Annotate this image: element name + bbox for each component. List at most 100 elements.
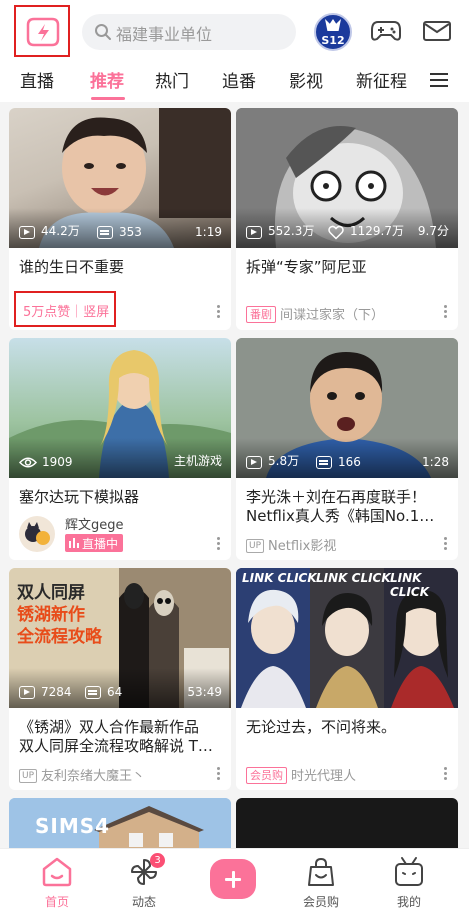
- video-card[interactable]: 5.8万 166 1:28 李光洙＋刘在石再度联手！ Netflix真人秀《韩国…: [236, 338, 458, 560]
- series-name: 时光代理人: [291, 769, 357, 784]
- view-count: 552.3万: [268, 224, 315, 238]
- video-title-line2[interactable]: Netflix真人秀《韩国No.1…: [246, 505, 446, 527]
- bangumi-tag: 番剧: [246, 306, 276, 323]
- danmaku-count: 166: [338, 455, 361, 469]
- tab-recommend[interactable]: 推荐: [90, 67, 124, 92]
- nav-mine-label: 我的: [396, 895, 421, 909]
- active-tab-indicator: [91, 97, 125, 100]
- nav-dynamics[interactable]: 动态: [114, 855, 174, 909]
- video-card[interactable]: 1909 主机游戏 塞尔达玩下模拟器 辉文gege 直播中: [9, 338, 231, 560]
- video-meta: 会员购 时光代理人: [246, 765, 356, 784]
- thumb-line-1: 双人同屏: [17, 583, 85, 603]
- live-badge: 直播中: [65, 534, 123, 552]
- thumb-line-3: 全流程攻略: [17, 627, 102, 647]
- tab-movies[interactable]: 影视: [289, 67, 323, 92]
- nav-mine[interactable]: 我的: [379, 855, 439, 909]
- video-thumbnail: 5.8万 166 1:28: [236, 338, 458, 478]
- streamer-name: 辉文gege: [65, 518, 124, 533]
- more-options-icon[interactable]: [217, 767, 221, 781]
- danmaku-count: 353: [119, 225, 142, 239]
- video-thumbnail: 双人同屏 锈湖新作 全流程攻略 7284 64 53:49: [9, 568, 231, 708]
- danmaku-icon: [97, 226, 113, 239]
- poster-text-3: LINK CLICK: [390, 571, 430, 599]
- play-count-icon: [19, 226, 35, 239]
- tab-anime[interactable]: 追番: [222, 67, 256, 92]
- nav-home[interactable]: 首页: [27, 855, 87, 909]
- live-label: 直播中: [82, 537, 119, 551]
- top-bar: 福建事业单位 S12: [0, 0, 469, 60]
- mail-icon[interactable]: [422, 19, 452, 43]
- video-card[interactable]: 双人同屏 锈湖新作 全流程攻略 7284 64 53:49 《锈湖》双人合作最新…: [9, 568, 231, 790]
- event-badge-text: S12: [321, 34, 345, 47]
- uploader-name: 友利奈绪大魔王丶: [41, 769, 146, 784]
- danmaku-count: 64: [107, 685, 123, 699]
- more-options-icon[interactable]: [444, 767, 448, 781]
- eye-icon: [19, 457, 37, 468]
- danmaku-icon: [316, 456, 332, 469]
- play-count-icon: [19, 686, 35, 699]
- video-duration: 53:49: [187, 685, 222, 699]
- rating: 9.7分: [417, 224, 449, 238]
- event-crown-icon: [325, 19, 341, 31]
- video-thumbnail: LINK CLICK LINK CLICK LINK CLICK: [236, 568, 458, 708]
- video-title[interactable]: 无论过去，不问将来。: [246, 716, 446, 738]
- thumb-title: 双人同屏 锈湖新作 全流程攻略: [17, 582, 117, 648]
- channel-tabs: 直播 推荐 热门 追番 影视 新征程: [0, 60, 469, 102]
- more-options-icon[interactable]: [217, 305, 221, 319]
- video-title-line2[interactable]: 双人同屏全流程攻略解说 T…: [19, 735, 219, 757]
- search-bar[interactable]: 福建事业单位: [82, 14, 296, 50]
- more-options-icon[interactable]: [444, 537, 448, 551]
- video-card[interactable]: 44.2万 353 1:19 谁的生日不重要 5万点赞｜竖屏: [9, 108, 231, 330]
- tab-hot[interactable]: 热门: [155, 67, 189, 92]
- pinwheel-icon: [131, 859, 157, 885]
- video-thumbnail: 44.2万 353 1:19: [9, 108, 231, 248]
- video-card[interactable]: LINK CLICK LINK CLICK LINK CLICK 无论过去，不问…: [236, 568, 458, 790]
- nav-member-shop[interactable]: 会员购: [291, 855, 351, 909]
- up-badge: UP: [19, 769, 38, 783]
- category-label: 主机游戏: [173, 454, 222, 468]
- nav-home-label: 首页: [44, 895, 69, 909]
- video-title[interactable]: 谁的生日不重要: [19, 256, 219, 278]
- video-meta: 番剧 间谍过家家（下）: [246, 304, 384, 323]
- event-badge-icon[interactable]: S12: [314, 13, 352, 51]
- video-duration: 1:28: [422, 455, 449, 469]
- menu-icon[interactable]: [430, 72, 448, 88]
- video-meta: UP Netflix影视: [246, 535, 336, 554]
- nav-member-shop-label: 会员购: [302, 895, 339, 909]
- play-count-icon: [246, 226, 262, 239]
- view-count: 44.2万: [41, 224, 80, 238]
- play-count-icon: [246, 456, 262, 469]
- publish-plus-button[interactable]: [210, 859, 256, 899]
- bottom-navigation: 首页 动态 3 会员购 我的: [0, 848, 469, 919]
- video-card[interactable]: 552.3万 1129.7万 9.7分 拆弹“专家”阿尼亚 番剧 间谍过家家（下）: [236, 108, 458, 330]
- more-options-icon[interactable]: [444, 305, 448, 319]
- video-title[interactable]: 拆弹“专家”阿尼亚: [246, 256, 446, 278]
- video-thumbnail: 552.3万 1129.7万 9.7分: [236, 108, 458, 248]
- view-count: 7284: [41, 685, 72, 699]
- member-shop-tag: 会员购: [246, 767, 287, 784]
- live-bars-icon: [69, 538, 79, 548]
- home-icon: [42, 857, 72, 887]
- video-title[interactable]: 塞尔达玩下模拟器: [19, 486, 219, 508]
- like-count-label: 5万点赞｜竖屏: [23, 305, 110, 320]
- video-play-icon[interactable]: [25, 15, 61, 49]
- poster-text-1: LINK CLICK: [242, 571, 317, 585]
- more-options-icon[interactable]: [217, 537, 221, 551]
- thumb-line-2: 锈湖新作: [17, 605, 85, 625]
- tab-live[interactable]: 直播: [20, 67, 54, 92]
- notification-badge: 3: [150, 853, 165, 868]
- view-count: 5.8万: [268, 454, 300, 468]
- video-thumbnail: 1909 主机游戏: [9, 338, 231, 478]
- video-duration: 1:19: [195, 225, 222, 239]
- tv-icon: [395, 857, 423, 886]
- sims-logo-text: SIMS4: [35, 814, 111, 838]
- streamer-avatar[interactable]: [19, 516, 55, 552]
- heart-icon: [328, 225, 344, 240]
- gamepad-icon[interactable]: [370, 18, 402, 44]
- cat-avatar-icon: [25, 522, 50, 545]
- search-placeholder: 福建事业单位: [116, 25, 213, 44]
- tab-new-journey[interactable]: 新征程: [356, 67, 407, 92]
- like-count: 1129.7万: [350, 224, 404, 238]
- highlight-box: [14, 5, 70, 57]
- nav-dynamics-label: 动态: [131, 895, 156, 909]
